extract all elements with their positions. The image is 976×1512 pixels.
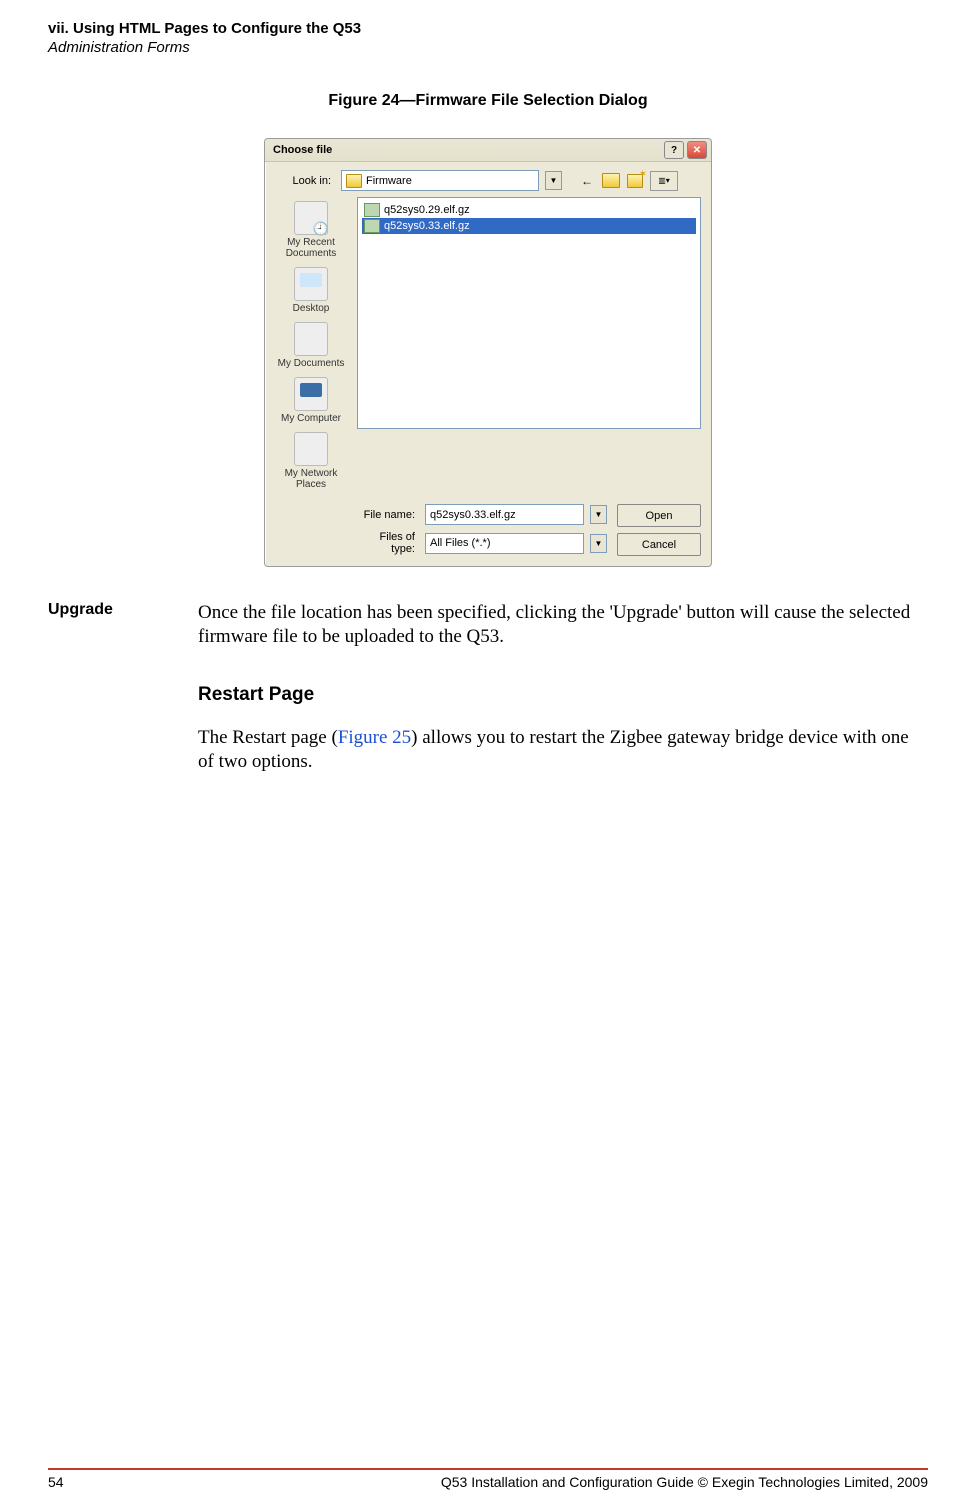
filename-dropdown-arrow[interactable]: ▼ (590, 505, 607, 524)
file-name: q52sys0.29.elf.gz (384, 204, 470, 216)
place-network[interactable]: My Network Places (269, 432, 353, 490)
lookin-value: Firmware (366, 175, 412, 187)
place-label: My Recent Documents (269, 237, 353, 259)
desktop-icon (294, 267, 328, 301)
lookin-combo[interactable]: Firmware (341, 170, 539, 191)
lookin-label: Look in: (275, 175, 335, 187)
place-desktop[interactable]: Desktop (269, 267, 353, 314)
page-footer: 54 Q53 Installation and Configuration Gu… (48, 1468, 928, 1490)
place-documents[interactable]: My Documents (269, 322, 353, 369)
up-one-level-icon[interactable] (602, 172, 620, 190)
figure-25-link[interactable]: Figure 25 (338, 727, 411, 748)
cancel-button[interactable]: Cancel (617, 533, 701, 556)
place-label: My Computer (269, 413, 353, 424)
file-item[interactable]: q52sys0.29.elf.gz (362, 202, 696, 218)
place-recent[interactable]: My Recent Documents (269, 201, 353, 259)
filetype-combo[interactable]: All Files (*.*) (425, 533, 584, 554)
figure-caption: Figure 24—Firmware File Selection Dialog (48, 92, 928, 110)
filename-label: File name: (359, 509, 419, 521)
running-header-title: vii. Using HTML Pages to Configure the Q… (48, 20, 928, 37)
file-item[interactable]: q52sys0.33.elf.gz (362, 218, 696, 234)
file-icon (364, 203, 380, 217)
place-label: My Documents (269, 358, 353, 369)
margin-label-upgrade: Upgrade (48, 601, 198, 649)
dialog-titlebar: Choose file ? ✕ (265, 139, 711, 162)
my-documents-icon (294, 322, 328, 356)
filetype-value: All Files (*.*) (430, 537, 491, 549)
lookin-dropdown-arrow[interactable]: ▼ (545, 171, 562, 190)
restart-paragraph: The Restart page (Figure 25) allows you … (198, 726, 928, 774)
restart-page-heading: Restart Page (198, 683, 928, 707)
footer-text: Q53 Installation and Configuration Guide… (88, 1474, 928, 1490)
place-label: My Network Places (269, 468, 353, 490)
running-header-subtitle: Administration Forms (48, 39, 928, 56)
file-icon (364, 219, 380, 233)
network-places-icon (294, 432, 328, 466)
restart-text-pre: The Restart page ( (198, 727, 338, 748)
open-button[interactable]: Open (617, 504, 701, 527)
filename-input[interactable]: q52sys0.33.elf.gz (425, 504, 584, 525)
back-icon[interactable]: ← (578, 172, 596, 190)
place-label: Desktop (269, 303, 353, 314)
folder-icon (346, 174, 362, 188)
places-bar: My Recent Documents Desktop My Documents… (265, 197, 357, 498)
view-menu-icon[interactable]: ▥▾ (650, 171, 678, 191)
my-computer-icon (294, 377, 328, 411)
new-folder-icon[interactable]: ✶ (626, 172, 644, 190)
filename-value: q52sys0.33.elf.gz (430, 509, 516, 521)
upgrade-paragraph: Once the file location has been specifie… (198, 601, 928, 649)
dialog-title: Choose file (273, 144, 661, 156)
file-name: q52sys0.33.elf.gz (384, 220, 470, 232)
recent-documents-icon (294, 201, 328, 235)
close-button[interactable]: ✕ (687, 141, 707, 159)
filetype-label: Files of type: (359, 531, 419, 555)
filetype-dropdown-arrow[interactable]: ▼ (590, 534, 607, 553)
help-button[interactable]: ? (664, 141, 684, 159)
place-computer[interactable]: My Computer (269, 377, 353, 424)
file-list[interactable]: q52sys0.29.elf.gz q52sys0.33.elf.gz (357, 197, 701, 429)
page-number: 54 (48, 1474, 88, 1490)
choose-file-dialog: Choose file ? ✕ Look in: Firmware ▼ ← ✶ … (264, 138, 712, 567)
